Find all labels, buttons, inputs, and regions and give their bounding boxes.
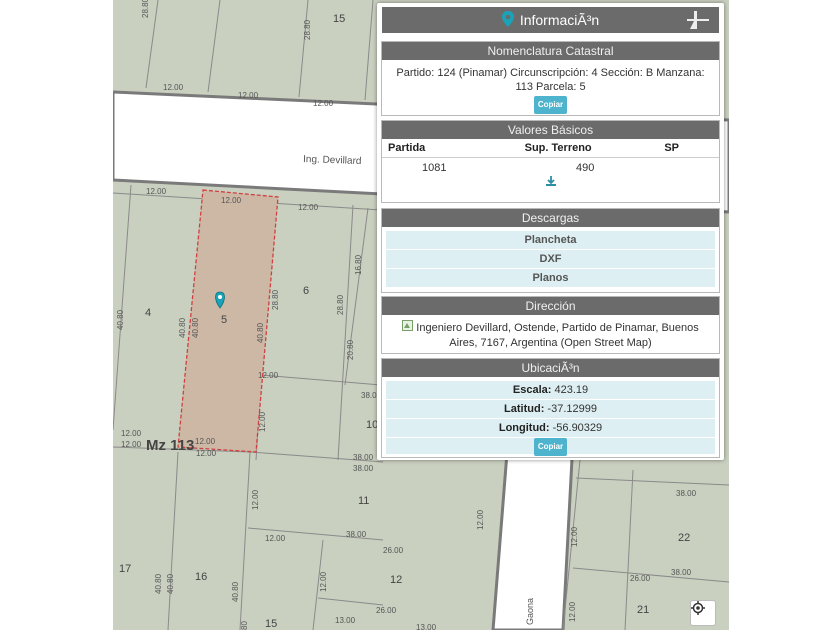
svg-text:26.00: 26.00 — [383, 546, 404, 555]
svg-text:12.00: 12.00 — [195, 437, 216, 446]
lot-label: 15 — [333, 13, 345, 25]
map-marker-icon — [501, 10, 514, 30]
svg-text:28.80: 28.80 — [336, 294, 345, 315]
column-header: Partida — [382, 139, 493, 158]
svg-text:12.00: 12.00 — [121, 440, 142, 449]
svg-text:12.00: 12.00 — [258, 371, 279, 380]
svg-text:12.00: 12.00 — [121, 429, 142, 438]
copy-ubicacion-button[interactable]: Copiar — [533, 438, 568, 456]
svg-text:12.00: 12.00 — [476, 509, 485, 530]
svg-text:38.00: 38.00 — [346, 530, 367, 539]
section-title: Descargas — [382, 209, 719, 227]
svg-text:12.00: 12.00 — [265, 534, 286, 543]
info-panel: InformaciÃ³n Nomenclatura Catastral Part… — [377, 3, 724, 460]
svg-text:12.00: 12.00 — [238, 91, 259, 100]
longitud-row: Longitud: -56.90329 — [386, 419, 715, 438]
escala-value: 423.19 — [554, 384, 589, 396]
svg-text:40.80: 40.80 — [178, 317, 187, 338]
section-title: Dirección — [382, 297, 719, 315]
download-plancheta[interactable]: Plancheta — [386, 231, 715, 250]
latitud-row: Latitud: -37.12999 — [386, 400, 715, 419]
escala-row: Escala: 423.19 — [386, 381, 715, 400]
lot-label: 6 — [303, 285, 309, 297]
svg-text:28.80: 28.80 — [303, 19, 312, 40]
svg-text:12.00: 12.00 — [313, 99, 334, 108]
lot-label: 4 — [145, 307, 151, 319]
svg-text:12.00: 12.00 — [568, 601, 577, 622]
svg-text:12.00: 12.00 — [221, 196, 242, 205]
lot-label: 21 — [637, 604, 649, 616]
svg-text:28.80: 28.80 — [141, 0, 150, 18]
section-title: UbicaciÃ³n — [382, 359, 719, 377]
longitud-label: Longitud: — [498, 422, 550, 434]
tool-icon[interactable] — [687, 11, 709, 32]
escala-label: Escala: — [512, 384, 552, 396]
section-ubicacion: UbicaciÃ³n Escala: 423.19 Latitud: -37.1… — [381, 358, 720, 458]
svg-text:12.00: 12.00 — [251, 489, 260, 510]
svg-text:38.00: 38.00 — [353, 464, 374, 473]
lot-label: 12 — [390, 574, 402, 586]
svg-text:12.00: 12.00 — [258, 411, 267, 432]
section-title: Valores Básicos — [382, 121, 719, 139]
svg-text:40.80: 40.80 — [116, 309, 125, 330]
block-label: Mz 113 — [146, 437, 194, 454]
lot-label: 5 — [221, 314, 227, 326]
download-icon[interactable] — [545, 174, 557, 191]
latitud-label: Latitud: — [504, 403, 545, 415]
lot-label: 22 — [678, 532, 690, 544]
valores-table: Partida Sup. Terreno SP 1081 490 — [382, 139, 719, 178]
svg-text:16.80: 16.80 — [354, 254, 363, 275]
lot-label: 15 — [265, 618, 277, 630]
svg-text:20.80: 20.80 — [346, 339, 355, 360]
latitud-value: -37.12999 — [547, 403, 597, 415]
lot-label: 17 — [119, 563, 131, 575]
svg-text:40.80: 40.80 — [166, 573, 175, 594]
locate-me-button[interactable] — [690, 600, 716, 626]
svg-text:13.00: 13.00 — [416, 623, 437, 630]
street-label: Ing. Devillard — [303, 154, 362, 167]
section-valores: Valores Básicos Partida Sup. Terreno SP … — [381, 120, 720, 203]
column-header: SP — [624, 139, 719, 158]
svg-text:12.00: 12.00 — [570, 526, 579, 547]
section-descargas: Descargas Plancheta DXF Planos — [381, 208, 720, 293]
panel-header: InformaciÃ³n — [382, 7, 719, 33]
svg-text:40.80: 40.80 — [256, 322, 265, 343]
lot-label: 11 — [358, 495, 369, 507]
download-planos[interactable]: Planos — [386, 269, 715, 288]
svg-text:38.00: 38.00 — [671, 568, 692, 577]
svg-text:38.0: 38.0 — [361, 391, 377, 400]
svg-text:26.00: 26.00 — [630, 574, 651, 583]
street-label: Gaona — [525, 598, 535, 625]
section-title: Nomenclatura Catastral — [382, 42, 719, 60]
direccion-text: Ingeniero Devillard, Ostende, Partido de… — [416, 322, 699, 349]
column-header: Sup. Terreno — [492, 139, 625, 158]
lot-label: 16 — [195, 571, 207, 583]
svg-text:12.00: 12.00 — [196, 449, 217, 458]
svg-text:12.00: 12.00 — [319, 571, 328, 592]
download-dxf[interactable]: DXF — [386, 250, 715, 269]
svg-text:38.00: 38.00 — [676, 489, 697, 498]
osm-link-icon[interactable] — [402, 320, 416, 334]
svg-text:40.80: 40.80 — [231, 581, 240, 602]
svg-text:40.80: 40.80 — [154, 573, 163, 594]
svg-text:40.80: 40.80 — [191, 317, 200, 338]
longitud-value: -56.90329 — [552, 422, 603, 434]
svg-text:28.80: 28.80 — [271, 289, 280, 310]
svg-text:80: 80 — [240, 621, 249, 630]
svg-text:13.00: 13.00 — [335, 616, 356, 625]
copy-nomenclatura-button[interactable]: Copiar — [533, 96, 568, 114]
section-direccion: Dirección Ingeniero Devillard, Ostende, … — [381, 296, 720, 354]
panel-title: InformaciÃ³n — [519, 12, 600, 28]
svg-text:12.00: 12.00 — [146, 187, 167, 196]
section-nomenclatura: Nomenclatura Catastral Partido: 124 (Pin… — [381, 41, 720, 116]
svg-text:26.00: 26.00 — [376, 606, 397, 615]
svg-text:12.00: 12.00 — [298, 203, 319, 212]
svg-text:38.00: 38.00 — [353, 453, 374, 462]
svg-text:12.00: 12.00 — [163, 83, 184, 92]
nomenclatura-text: Partido: 124 (Pinamar) Circunscripción: … — [396, 67, 705, 93]
